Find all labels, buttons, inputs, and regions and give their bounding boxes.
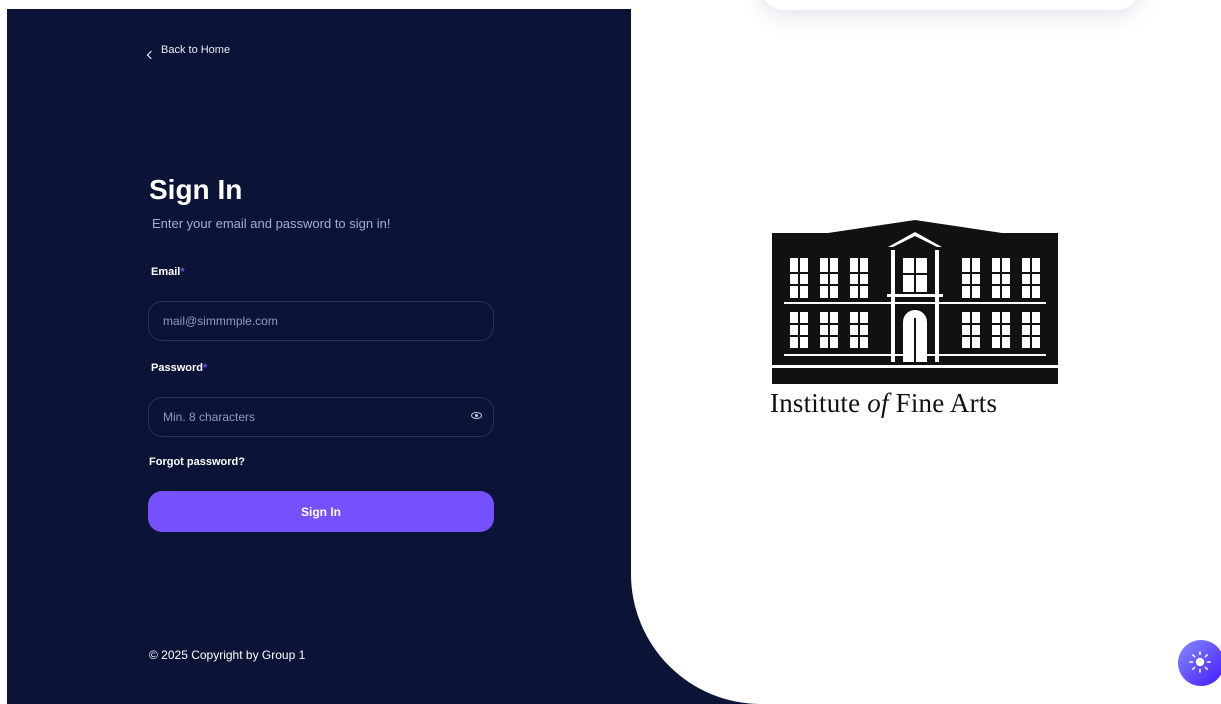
password-label-text: Password bbox=[151, 362, 203, 374]
required-mark: * bbox=[180, 266, 185, 278]
back-to-home-label: Back to Home bbox=[161, 44, 231, 56]
eye-icon[interactable] bbox=[471, 412, 482, 419]
institute-logo-text: Institute of Fine Arts bbox=[770, 388, 998, 418]
copyright-text: © 2025 Copyright by Group 1 bbox=[149, 648, 306, 662]
page-title: Sign In bbox=[149, 174, 243, 205]
required-mark: * bbox=[202, 362, 208, 374]
top-card-shadow bbox=[760, 0, 1140, 10]
back-to-home-link[interactable]: Back to Home bbox=[146, 42, 231, 60]
page-subtitle: Enter your email and password to sign in… bbox=[152, 216, 391, 231]
password-label: Password* bbox=[151, 362, 207, 374]
sign-in-page: Back to Home Sign In Enter your email an… bbox=[0, 0, 1221, 704]
email-label-text: Email bbox=[151, 266, 181, 278]
password-field-box bbox=[148, 397, 494, 437]
email-field-box bbox=[148, 301, 494, 341]
sun-icon bbox=[1189, 651, 1211, 673]
forgot-password-link[interactable]: Forgot password? bbox=[149, 456, 245, 468]
sign-in-button[interactable]: Sign In bbox=[148, 491, 494, 532]
theme-toggle-button[interactable] bbox=[1178, 640, 1221, 686]
email-label: Email* bbox=[151, 266, 185, 278]
email-field[interactable] bbox=[163, 302, 463, 340]
chevron-left-icon bbox=[146, 50, 156, 60]
password-field[interactable] bbox=[163, 398, 463, 436]
